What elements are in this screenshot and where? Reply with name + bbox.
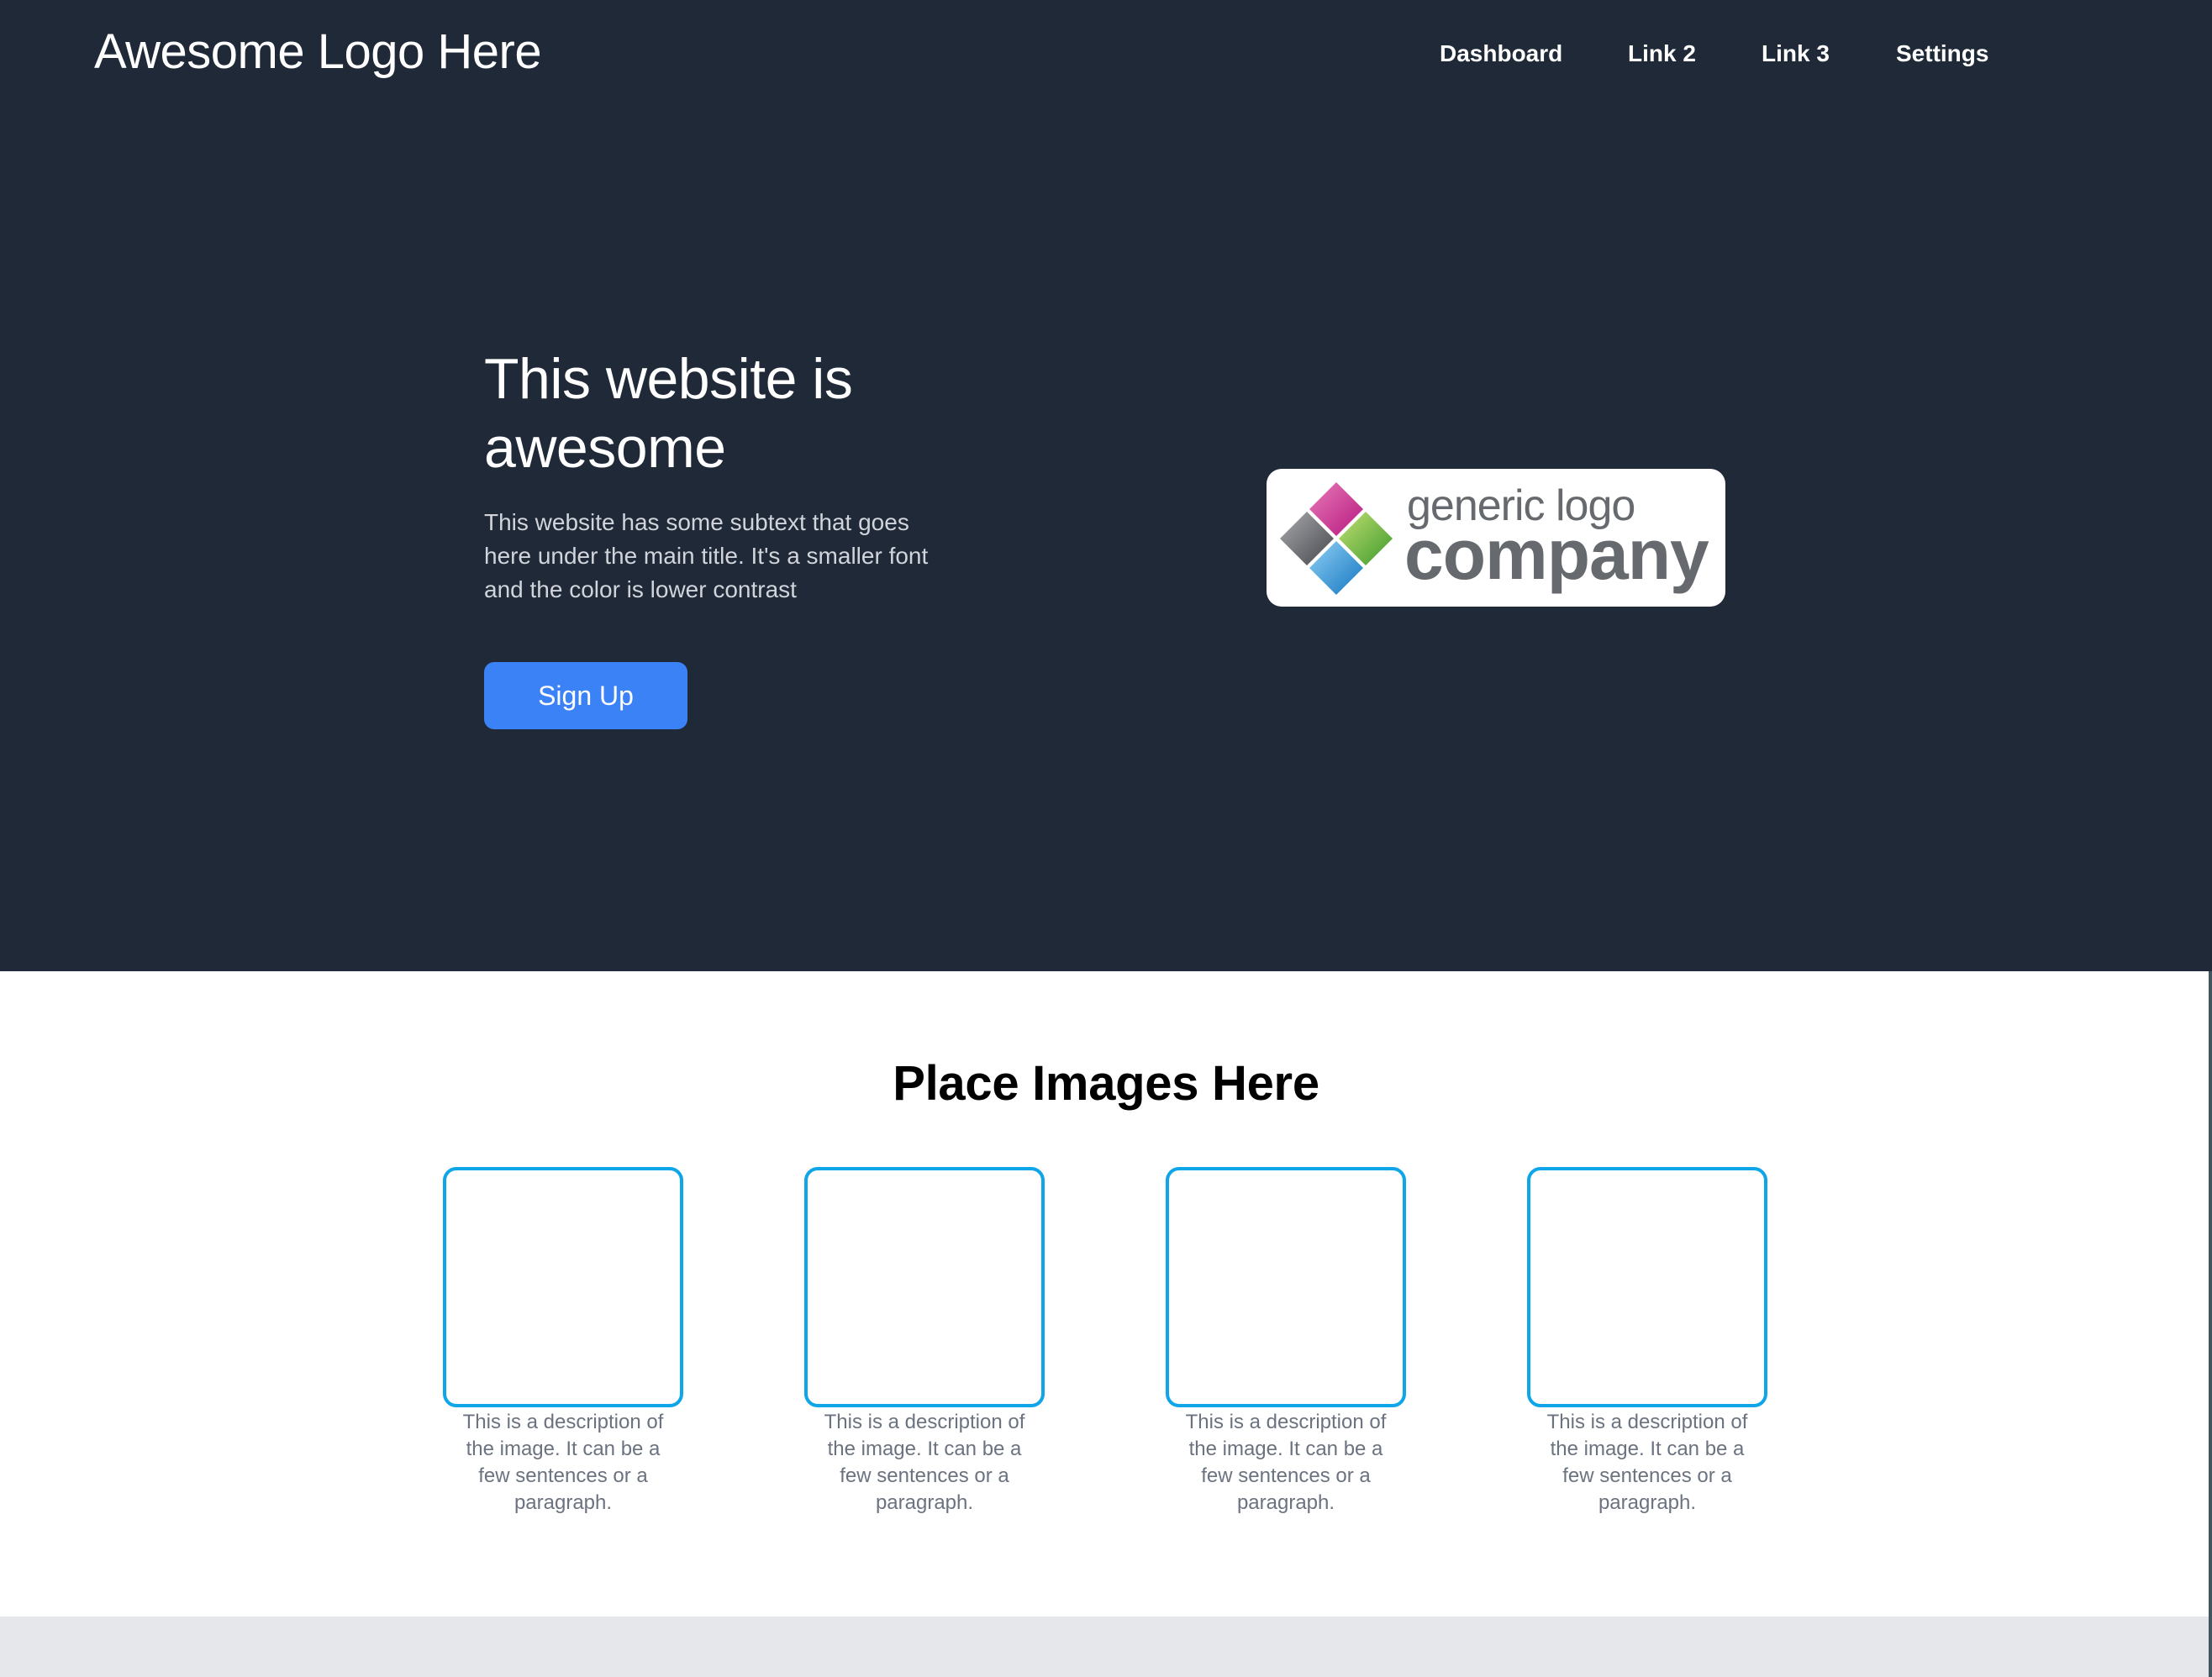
hero-section xyxy=(0,0,2212,971)
image-placeholder[interactable] xyxy=(1527,1167,1767,1407)
image-card: This is a description of the image. It c… xyxy=(443,1167,683,1517)
image-card: This is a description of the image. It c… xyxy=(1527,1167,1767,1517)
image-placeholder[interactable] xyxy=(804,1167,1045,1407)
image-placeholder[interactable] xyxy=(1166,1167,1406,1407)
image-card: This is a description of the image. It c… xyxy=(804,1167,1045,1517)
logo-text-company: company xyxy=(1404,515,1709,594)
image-card: This is a description of the image. It c… xyxy=(1166,1167,1406,1517)
nav-link-3[interactable]: Link 3 xyxy=(1762,37,1830,71)
image-caption: This is a description of the image. It c… xyxy=(1185,1411,1387,1514)
image-caption: This is a description of the image. It c… xyxy=(824,1411,1025,1514)
hero-title: This website is awesome xyxy=(484,347,853,480)
gallery-title: Place Images Here xyxy=(893,1056,1319,1111)
nav-link-2[interactable]: Link 2 xyxy=(1628,37,1696,71)
sign-up-button[interactable]: Sign Up xyxy=(484,662,687,729)
company-logo: generic logo company xyxy=(1267,469,1725,607)
hero-subtitle: This website has some subtext that goes … xyxy=(484,509,929,602)
brand-logo-link[interactable]: Awesome Logo Here xyxy=(94,20,542,84)
nav-link-dashboard[interactable]: Dashboard xyxy=(1440,37,1562,71)
image-caption: This is a description of the image. It c… xyxy=(462,1411,664,1514)
scrollbar-edge[interactable] xyxy=(2209,971,2212,1677)
image-placeholder[interactable] xyxy=(443,1167,683,1407)
image-caption: This is a description of the image. It c… xyxy=(1546,1411,1748,1514)
four-diamond-logo-icon xyxy=(1280,482,1393,595)
footer xyxy=(0,1617,2212,1677)
nav-link-settings[interactable]: Settings xyxy=(1896,37,1988,71)
